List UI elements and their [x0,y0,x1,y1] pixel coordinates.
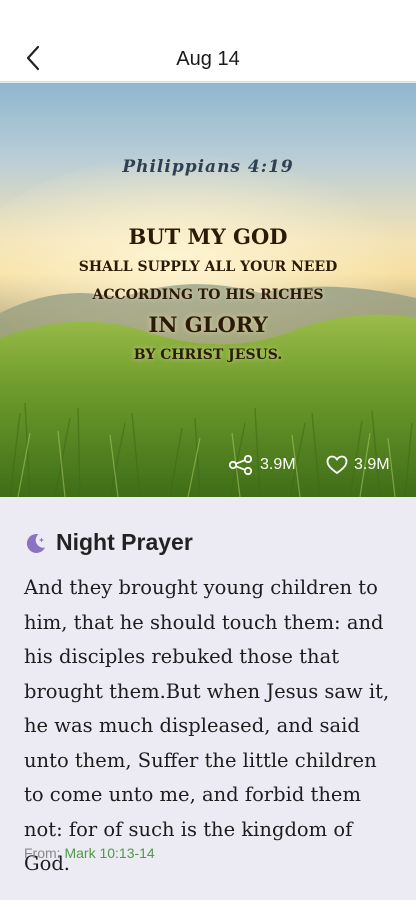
verse-line: BY CHRIST JESUS. [133,347,283,363]
verse-image[interactable]: Philippians 4:19 BUT MY GOD SHALL SUPPLY… [0,83,416,497]
like-button[interactable]: 3.9M [326,455,390,475]
verse-reference: Philippians 4:19 [122,157,294,177]
prayer-source: From: Mark 10:13-14 [24,845,155,861]
heart-icon [326,455,348,475]
share-button[interactable]: 3.9M [228,455,296,475]
share-icon [228,455,253,475]
verse-line: IN GLORY [148,312,268,337]
prayer-title: Night Prayer [56,529,193,555]
verse-text: BUT MY GOD SHALL SUPPLY ALL YOUR NEED AC… [0,221,416,369]
prayer-text: And they brought young children to him, … [24,576,390,875]
verse-line: SHALL SUPPLY ALL YOUR NEED [78,259,338,275]
top-bar: Aug 14 [0,0,416,82]
like-count: 3.9M [354,456,390,473]
source-link[interactable]: Mark 10:13-14 [64,845,154,861]
from-label: From: [24,845,61,861]
prayer-section: Night Prayer And they brought young chil… [0,497,416,900]
share-count: 3.9M [260,456,296,473]
verse-line: ACCORDING TO HIS RICHES [92,287,324,303]
moon-star-icon [26,533,45,553]
page-title: Aug 14 [176,48,240,70]
verse-line: BUT MY GOD [128,224,288,249]
prayer-header: Night Prayer [24,529,193,556]
